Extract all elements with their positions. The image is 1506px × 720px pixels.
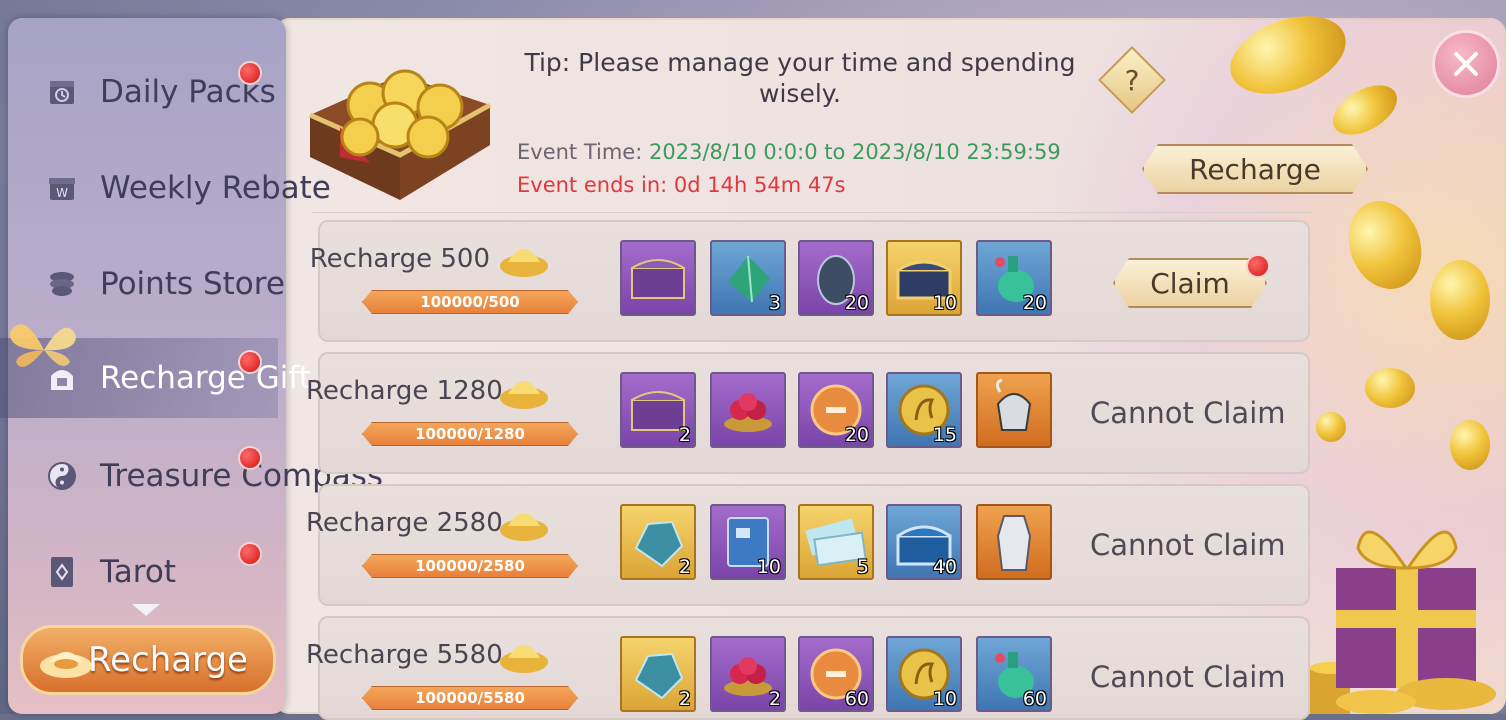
row-title: Recharge 5580 [306,640,503,670]
armor-helmet-icon [995,378,1032,431]
gold-coin-decoration [1365,368,1415,408]
reward-item[interactable]: 2 [620,636,696,712]
sidebar-recharge-button[interactable]: Recharge [20,625,276,695]
cannot-claim-label: Cannot Claim [1090,660,1286,694]
notification-dot [238,446,262,470]
armor-suit-icon [996,515,1032,571]
reward-item[interactable]: 5 [798,504,874,580]
tarot-card-icon [44,554,80,590]
fruit-bowl-icon [724,393,772,432]
reward-item[interactable]: 2 [710,636,786,712]
tip-text: Tip: Please manage your time and spendin… [524,48,1076,108]
reward-item[interactable] [620,240,696,316]
reward-item[interactable]: 2 [620,504,696,580]
treasure-chest-icon [631,259,685,299]
row-title: Recharge 500 [309,244,490,274]
help-question-icon[interactable]: ? [1108,56,1156,104]
gold-ingot-icon [500,645,548,673]
reward-item[interactable]: 15 [886,372,962,448]
gold-ingot-icon [500,249,548,277]
progress-bar: 100000/1280 [362,422,578,446]
coin-chest-icon [308,69,492,200]
notification-dot [1246,254,1270,278]
reward-item[interactable]: 20 [976,240,1052,316]
butterfly-icon [9,324,76,367]
reward-item[interactable]: 3 [710,240,786,316]
sidebar-item-daily-packs[interactable]: Daily Packs [0,52,278,132]
sidebar-item-label: Points Store [100,266,285,302]
progress-bar: 100000/500 [362,290,578,314]
gold-coin-decoration [1430,260,1490,340]
event-time-value: 2023/8/10 0:0:0 to 2023/8/10 23:59:59 [649,140,1061,164]
gold-coin-decoration [1316,412,1346,442]
event-time-label: Event Time: [517,140,643,164]
chevron-down-icon [132,604,160,616]
reward-item[interactable]: 10 [886,636,962,712]
reward-item[interactable]: 2 [620,372,696,448]
notification-dot [238,350,262,374]
gold-ingot-cart-icon [40,652,92,678]
sidebar-item-label: Tarot [100,554,176,590]
reward-item[interactable]: 10 [886,240,962,316]
svg-text:W: W [56,186,68,200]
reward-item[interactable] [710,372,786,448]
yin-yang-icon [44,458,80,494]
reward-item[interactable]: 10 [710,504,786,580]
sidebar-recharge-label: Recharge [88,640,248,680]
points-stack-icon [44,266,80,302]
gold-coin-decoration [1450,420,1490,470]
sidebar-item-weekly-rebate[interactable]: W Weekly Rebate [0,148,331,228]
event-countdown: Event ends in: 0d 14h 54m 47s [517,173,846,197]
notification-dot [238,61,262,85]
gold-ingot-icon [500,381,548,409]
reward-item[interactable]: 60 [798,636,874,712]
sidebar-item-label: Recharge Gift [100,360,311,396]
event-time: Event Time: 2023/8/10 0:0:0 to 2023/8/10… [517,140,1061,164]
gift-calendar-icon [44,74,80,110]
close-button[interactable] [1432,30,1500,98]
sidebar-item-label: Weekly Rebate [100,170,331,206]
gold-ingot-icon [500,513,548,541]
reward-item[interactable] [976,504,1052,580]
progress-bar: 100000/5580 [362,686,578,710]
close-icon [1454,52,1478,76]
recharge-button[interactable]: Recharge [1142,144,1368,194]
reward-item[interactable]: 20 [798,240,874,316]
sidebar-item-tarot[interactable]: Tarot [0,532,278,612]
row-title: Recharge 1280 [306,376,503,406]
reward-item[interactable]: 20 [798,372,874,448]
gift-box-icon [1310,530,1496,714]
header-divider [312,212,1312,213]
reward-item[interactable]: 60 [976,636,1052,712]
progress-bar: 100000/2580 [362,554,578,578]
claim-button[interactable]: Claim [1113,258,1267,308]
sidebar-item-treasure-compass[interactable]: Treasure Compass [0,436,383,516]
reward-item[interactable]: 40 [886,504,962,580]
weekly-gift-icon: W [44,170,80,206]
cannot-claim-label: Cannot Claim [1090,528,1286,562]
cannot-claim-label: Cannot Claim [1090,396,1286,430]
notification-dot [238,542,262,566]
reward-item[interactable] [976,372,1052,448]
row-title: Recharge 2580 [306,508,503,538]
